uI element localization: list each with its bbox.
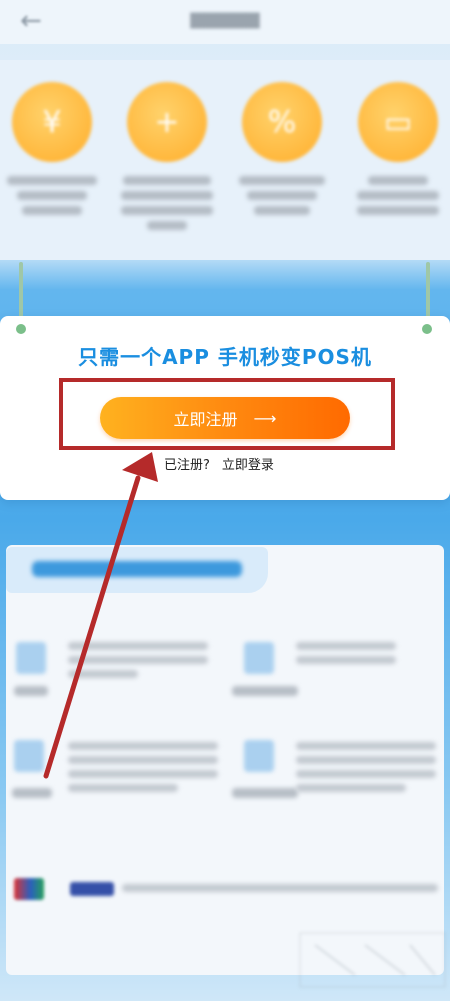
watermark [295,925,450,995]
annotation-arrow [43,452,158,779]
